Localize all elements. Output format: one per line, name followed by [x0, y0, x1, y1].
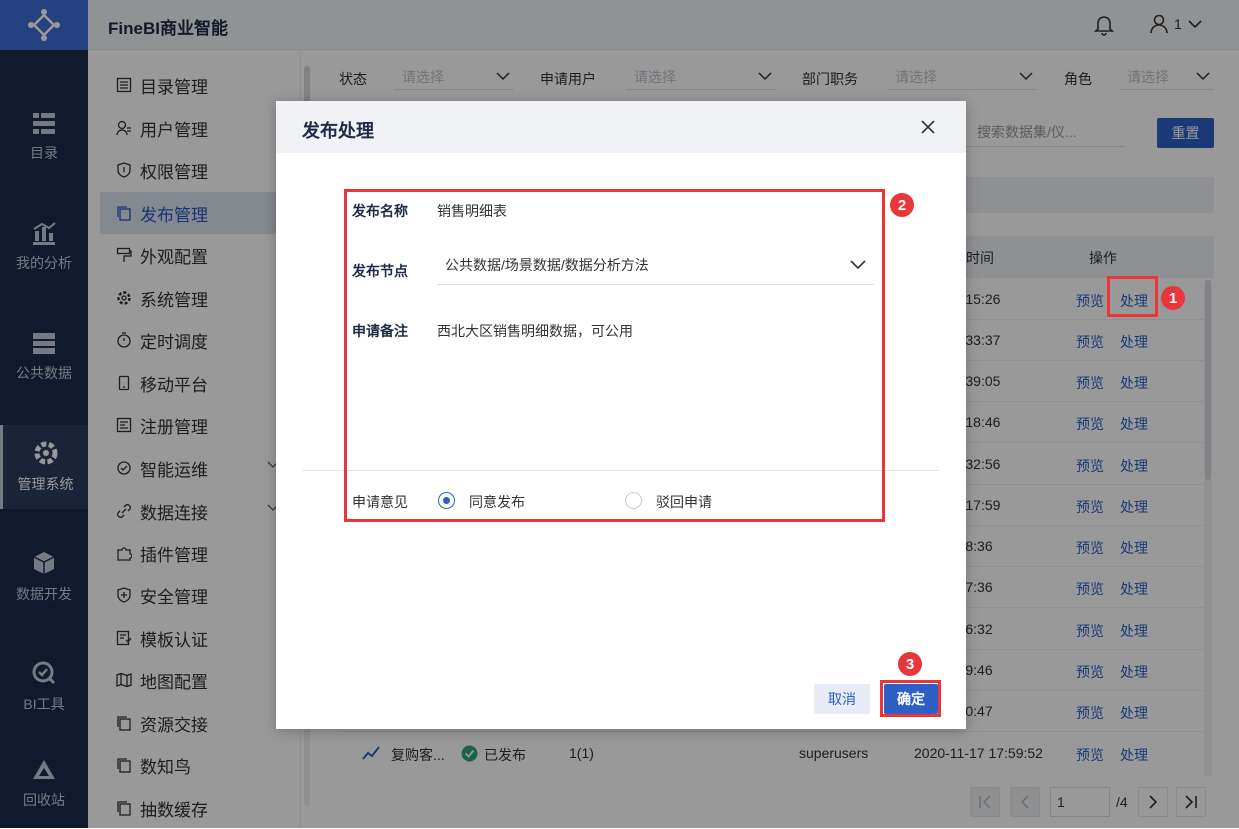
dialog-title: 发布处理: [302, 121, 374, 141]
step-badge-1: 1: [1161, 286, 1185, 310]
highlight-handle-box: [1107, 276, 1158, 317]
close-icon[interactable]: [920, 119, 936, 135]
cancel-button[interactable]: 取消: [814, 684, 870, 714]
dialog-header: 发布处理: [276, 101, 966, 153]
step-badge-2: 2: [890, 193, 914, 217]
step-badge-3: 3: [898, 652, 922, 676]
highlight-confirm-box: [880, 680, 941, 717]
highlight-form-box: [344, 189, 885, 522]
